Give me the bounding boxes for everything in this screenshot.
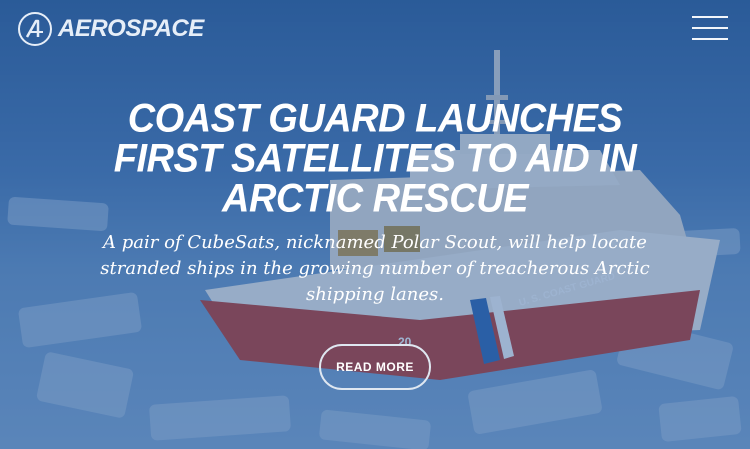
hero-content: COAST GUARD LAUNCHES FIRST SATELLITES TO… bbox=[0, 99, 750, 390]
hero-headline[interactable]: COAST GUARD LAUNCHES FIRST SATELLITES TO… bbox=[75, 99, 675, 219]
hero-subhead: A pair of CubeSats, nicknamed Polar Scou… bbox=[100, 232, 650, 305]
brand-name: AEROSPACE bbox=[58, 15, 204, 42]
brand-logo[interactable]: AEROSPACE bbox=[18, 12, 204, 46]
hamburger-menu-icon[interactable] bbox=[692, 16, 728, 40]
hero-section: U. S. COAST GUARD 20 AEROSPACE COAST GUA… bbox=[0, 0, 750, 449]
read-more-button[interactable]: READ MORE bbox=[319, 344, 431, 390]
aerospace-logo-icon bbox=[18, 12, 52, 46]
